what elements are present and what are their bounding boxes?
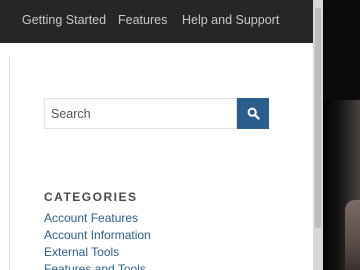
page-panel: Getting Started Features Help and Suppor… bbox=[0, 0, 313, 270]
vertical-scrollbar[interactable] bbox=[313, 0, 323, 270]
category-link-account-features[interactable]: Account Features bbox=[44, 210, 151, 227]
category-link-features-and-tools[interactable]: Features and Tools bbox=[44, 261, 151, 270]
background-photo-figure bbox=[345, 200, 360, 270]
search-input[interactable] bbox=[44, 98, 237, 129]
nav-item-help-and-support[interactable]: Help and Support bbox=[182, 13, 279, 27]
categories-list: Account Features Account Information Ext… bbox=[44, 210, 151, 270]
top-navigation: Getting Started Features Help and Suppor… bbox=[0, 0, 313, 43]
categories-heading: CATEGORIES bbox=[44, 190, 138, 204]
nav-item-getting-started[interactable]: Getting Started bbox=[22, 13, 106, 27]
category-link-external-tools[interactable]: External Tools bbox=[44, 244, 151, 261]
sidebar-divider bbox=[9, 57, 10, 270]
scrollbar-thumb[interactable] bbox=[315, 8, 321, 228]
nav-item-features[interactable]: Features bbox=[118, 13, 167, 27]
search-icon bbox=[247, 107, 260, 120]
category-link-account-information[interactable]: Account Information bbox=[44, 227, 151, 244]
search-button[interactable] bbox=[237, 98, 269, 129]
